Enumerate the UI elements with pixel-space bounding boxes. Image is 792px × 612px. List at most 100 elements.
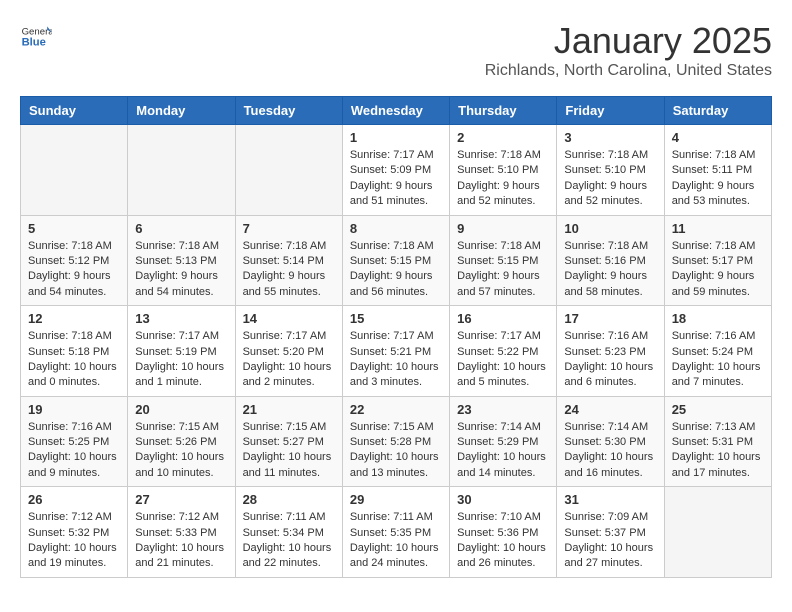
calendar-day-16: 16 Sunrise: 7:17 AM Sunset: 5:22 PM Dayli… [450, 306, 557, 397]
weekday-header-sunday: Sunday [21, 97, 128, 125]
logo: General Blue [20, 20, 56, 52]
title-section: January 2025 Richlands, North Carolina, … [485, 20, 772, 80]
day-number: 17 [564, 311, 656, 326]
calendar-week-row: 1 Sunrise: 7:17 AM Sunset: 5:09 PM Daylig… [21, 125, 772, 216]
day-number: 6 [135, 221, 227, 236]
weekday-header-saturday: Saturday [664, 97, 771, 125]
day-info: Sunrise: 7:18 AM Sunset: 5:16 PM Dayligh… [564, 239, 656, 301]
day-number: 12 [28, 311, 120, 326]
day-number: 7 [243, 221, 335, 236]
day-info: Sunrise: 7:14 AM Sunset: 5:29 PM Dayligh… [457, 420, 549, 482]
day-info: Sunrise: 7:17 AM Sunset: 5:21 PM Dayligh… [350, 329, 442, 391]
day-number: 22 [350, 402, 442, 417]
calendar-day-6: 6Sunrise: 7:18 AM Sunset: 5:13 PM Daylig… [128, 215, 235, 306]
day-info: Sunrise: 7:18 AM Sunset: 5:10 PM Dayligh… [457, 148, 549, 210]
weekday-header-friday: Friday [557, 97, 664, 125]
day-number: 26 [28, 492, 120, 507]
weekday-header-monday: Monday [128, 97, 235, 125]
day-info: Sunrise: 7:16 AM Sunset: 5:25 PM Dayligh… [28, 420, 120, 482]
day-number: 16 [457, 311, 549, 326]
day-number: 14 [243, 311, 335, 326]
calendar-day-28: 28 Sunrise: 7:11 AM Sunset: 5:34 PM Dayli… [235, 487, 342, 578]
day-info: Sunrise: 7:11 AM Sunset: 5:34 PM Dayligh… [243, 510, 335, 572]
calendar-week-row: 5Sunrise: 7:18 AM Sunset: 5:12 PM Daylig… [21, 215, 772, 306]
calendar-day-27: 27 Sunrise: 7:12 AM Sunset: 5:33 PM Dayli… [128, 487, 235, 578]
day-info: Sunrise: 7:09 AM Sunset: 5:37 PM Dayligh… [564, 510, 656, 572]
location-subtitle: Richlands, North Carolina, United States [485, 62, 772, 80]
day-number: 3 [564, 130, 656, 145]
calendar-day-21: 21 Sunrise: 7:15 AM Sunset: 5:27 PM Dayli… [235, 396, 342, 487]
day-number: 31 [564, 492, 656, 507]
day-info: Sunrise: 7:12 AM Sunset: 5:33 PM Dayligh… [135, 510, 227, 572]
day-info: Sunrise: 7:17 AM Sunset: 5:19 PM Dayligh… [135, 329, 227, 391]
weekday-header-tuesday: Tuesday [235, 97, 342, 125]
day-number: 21 [243, 402, 335, 417]
day-number: 23 [457, 402, 549, 417]
day-info: Sunrise: 7:18 AM Sunset: 5:11 PM Dayligh… [672, 148, 764, 210]
day-number: 19 [28, 402, 120, 417]
day-info: Sunrise: 7:18 AM Sunset: 5:15 PM Dayligh… [350, 239, 442, 301]
calendar-day-29: 29 Sunrise: 7:11 AM Sunset: 5:35 PM Dayli… [342, 487, 449, 578]
day-info: Sunrise: 7:17 AM Sunset: 5:20 PM Dayligh… [243, 329, 335, 391]
calendar-empty-cell [235, 125, 342, 216]
calendar-day-26: 26 Sunrise: 7:12 AM Sunset: 5:32 PM Dayli… [21, 487, 128, 578]
day-number: 18 [672, 311, 764, 326]
weekday-header-thursday: Thursday [450, 97, 557, 125]
day-info: Sunrise: 7:11 AM Sunset: 5:35 PM Dayligh… [350, 510, 442, 572]
generalblue-logo-icon: General Blue [20, 20, 52, 52]
calendar-day-4: 4 Sunrise: 7:18 AM Sunset: 5:11 PM Daylig… [664, 125, 771, 216]
calendar-week-row: 26 Sunrise: 7:12 AM Sunset: 5:32 PM Dayli… [21, 487, 772, 578]
day-info: Sunrise: 7:18 AM Sunset: 5:10 PM Dayligh… [564, 148, 656, 210]
month-title: January 2025 [485, 20, 772, 62]
calendar-day-1: 1 Sunrise: 7:17 AM Sunset: 5:09 PM Daylig… [342, 125, 449, 216]
day-info: Sunrise: 7:15 AM Sunset: 5:28 PM Dayligh… [350, 420, 442, 482]
day-number: 13 [135, 311, 227, 326]
day-number: 15 [350, 311, 442, 326]
calendar-day-11: 11 Sunrise: 7:18 AM Sunset: 5:17 PM Dayli… [664, 215, 771, 306]
calendar-day-17: 17Sunrise: 7:16 AM Sunset: 5:23 PM Dayli… [557, 306, 664, 397]
svg-text:Blue: Blue [22, 37, 46, 49]
day-number: 9 [457, 221, 549, 236]
calendar-day-12: 12Sunrise: 7:18 AM Sunset: 5:18 PM Dayli… [21, 306, 128, 397]
day-info: Sunrise: 7:15 AM Sunset: 5:27 PM Dayligh… [243, 420, 335, 482]
page-header: General Blue January 2025 Richlands, Nor… [20, 20, 772, 80]
calendar-week-row: 19 Sunrise: 7:16 AM Sunset: 5:25 PM Dayli… [21, 396, 772, 487]
calendar-day-19: 19 Sunrise: 7:16 AM Sunset: 5:25 PM Dayli… [21, 396, 128, 487]
day-number: 2 [457, 130, 549, 145]
day-number: 29 [350, 492, 442, 507]
day-number: 8 [350, 221, 442, 236]
day-info: Sunrise: 7:14 AM Sunset: 5:30 PM Dayligh… [564, 420, 656, 482]
day-info: Sunrise: 7:17 AM Sunset: 5:22 PM Dayligh… [457, 329, 549, 391]
calendar-empty-cell [128, 125, 235, 216]
day-number: 28 [243, 492, 335, 507]
calendar-day-18: 18Sunrise: 7:16 AM Sunset: 5:24 PM Dayli… [664, 306, 771, 397]
day-number: 10 [564, 221, 656, 236]
day-info: Sunrise: 7:17 AM Sunset: 5:09 PM Dayligh… [350, 148, 442, 210]
calendar-week-row: 12Sunrise: 7:18 AM Sunset: 5:18 PM Dayli… [21, 306, 772, 397]
day-number: 11 [672, 221, 764, 236]
day-number: 24 [564, 402, 656, 417]
calendar-day-3: 3 Sunrise: 7:18 AM Sunset: 5:10 PM Daylig… [557, 125, 664, 216]
day-number: 4 [672, 130, 764, 145]
calendar-day-20: 20 Sunrise: 7:15 AM Sunset: 5:26 PM Dayli… [128, 396, 235, 487]
calendar-day-10: 10 Sunrise: 7:18 AM Sunset: 5:16 PM Dayli… [557, 215, 664, 306]
day-info: Sunrise: 7:18 AM Sunset: 5:17 PM Dayligh… [672, 239, 764, 301]
calendar-day-30: 30 Sunrise: 7:10 AM Sunset: 5:36 PM Dayli… [450, 487, 557, 578]
calendar-day-31: 31 Sunrise: 7:09 AM Sunset: 5:37 PM Dayli… [557, 487, 664, 578]
day-info: Sunrise: 7:10 AM Sunset: 5:36 PM Dayligh… [457, 510, 549, 572]
calendar-day-22: 22 Sunrise: 7:15 AM Sunset: 5:28 PM Dayli… [342, 396, 449, 487]
day-number: 20 [135, 402, 227, 417]
calendar-day-8: 8 Sunrise: 7:18 AM Sunset: 5:15 PM Daylig… [342, 215, 449, 306]
day-info: Sunrise: 7:15 AM Sunset: 5:26 PM Dayligh… [135, 420, 227, 482]
day-info: Sunrise: 7:12 AM Sunset: 5:32 PM Dayligh… [28, 510, 120, 572]
day-number: 1 [350, 130, 442, 145]
day-info: Sunrise: 7:18 AM Sunset: 5:15 PM Dayligh… [457, 239, 549, 301]
day-number: 5 [28, 221, 120, 236]
calendar-table: SundayMondayTuesdayWednesdayThursdayFrid… [20, 96, 772, 578]
day-number: 25 [672, 402, 764, 417]
day-info: Sunrise: 7:13 AM Sunset: 5:31 PM Dayligh… [672, 420, 764, 482]
calendar-day-23: 23 Sunrise: 7:14 AM Sunset: 5:29 PM Dayli… [450, 396, 557, 487]
day-number: 27 [135, 492, 227, 507]
day-number: 30 [457, 492, 549, 507]
calendar-day-9: 9 Sunrise: 7:18 AM Sunset: 5:15 PM Daylig… [450, 215, 557, 306]
